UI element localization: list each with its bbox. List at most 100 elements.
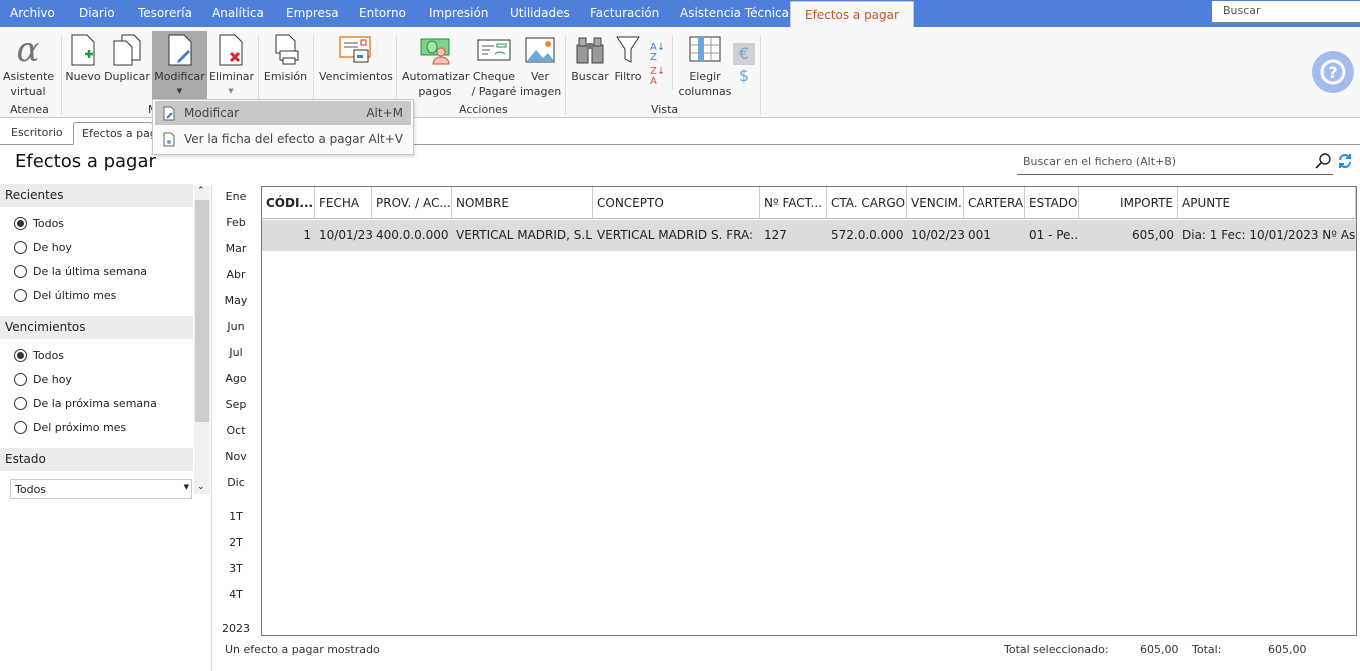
month-filter-7[interactable]: Ago <box>220 372 252 385</box>
column-header-0[interactable]: CÓDI... <box>262 187 315 219</box>
column-header-1[interactable]: FECHA <box>315 187 372 219</box>
quarter-filter-2[interactable]: 3T <box>220 562 252 575</box>
button-label: Emisión <box>263 70 308 83</box>
column-header-5[interactable]: Nº FACT... <box>760 187 827 219</box>
table-cell: VERTICAL MADRID S. FRA: <box>597 228 753 242</box>
help-button[interactable]: ? <box>1312 51 1354 93</box>
radio-recientes-1[interactable]: De hoy <box>14 241 72 254</box>
column-header-11[interactable]: APUNTE <box>1178 187 1356 219</box>
menu-tab-6[interactable]: Impresión <box>429 0 488 27</box>
month-filter-8[interactable]: Sep <box>220 398 252 411</box>
automatizar-pagos-button[interactable]: Automatizar pagos <box>402 31 469 99</box>
radio-recientes-2[interactable]: De la última semana <box>14 265 147 278</box>
cheque-pagare-button[interactable]: Cheque / Pagaré <box>470 31 518 99</box>
modificar-button[interactable]: Modificar ▼ <box>152 31 207 99</box>
cheque-icon <box>470 31 518 69</box>
column-header-6[interactable]: CTA. CARGO <box>827 187 907 219</box>
table-cell: 605,00 <box>1132 228 1174 242</box>
year-filter[interactable]: 2023 <box>220 622 252 635</box>
euro-currency-toggle[interactable]: € <box>733 43 755 65</box>
menu-item-modificar[interactable]: Modificar Alt+M <box>155 101 411 125</box>
eliminar-button[interactable]: Eliminar ▼ <box>209 31 254 99</box>
scroll-down-icon[interactable]: ⌄ <box>197 482 205 492</box>
menu-item-ver-ficha[interactable]: Ver la ficha del efecto a pagar Alt+V <box>155 127 411 151</box>
chevron-down-icon: ▼ <box>183 483 189 491</box>
menu-tab-0[interactable]: Archivo <box>10 0 55 27</box>
duplicar-button[interactable]: Duplicar <box>104 31 150 84</box>
table-cell: Dia: 1 Fec: 10/01/2023 Nº Asi: ... <box>1182 228 1356 242</box>
radio-vencimientos-3[interactable]: Del próximo mes <box>14 421 126 434</box>
month-filter-4[interactable]: May <box>220 294 252 307</box>
columns-icon <box>678 31 732 69</box>
menu-tab-10[interactable]: Efectos a pagar <box>790 1 914 28</box>
column-header-3[interactable]: NOMBRE <box>452 187 593 219</box>
radio-recientes-3[interactable]: Del último mes <box>14 289 116 302</box>
column-header-10[interactable]: IMPORTE <box>1079 187 1178 219</box>
column-header-9[interactable]: ESTADO <box>1025 187 1079 219</box>
menu-item-label: Modificar <box>184 106 240 120</box>
filtro-button[interactable]: Filtro <box>612 31 644 84</box>
quarter-filter-3[interactable]: 4T <box>220 588 252 601</box>
vencimientos-button[interactable]: Vencimientos <box>319 31 393 84</box>
radio-circle-icon[interactable] <box>14 373 27 386</box>
month-filter-10[interactable]: Nov <box>220 450 252 463</box>
radio-vencimientos-2[interactable]: De la próxima semana <box>14 397 157 410</box>
image-icon <box>520 31 560 69</box>
buscar-button[interactable]: Buscar <box>570 31 610 84</box>
group-label-acciones: Acciones <box>459 103 508 116</box>
tab-escritorio[interactable]: Escritorio <box>3 122 71 145</box>
emision-button[interactable]: Emisión <box>263 31 308 84</box>
column-header-2[interactable]: PROV. / AC... <box>372 187 452 219</box>
menu-tab-9[interactable]: Asistencia Técnica <box>680 0 789 27</box>
radio-circle-icon[interactable] <box>14 265 27 278</box>
alpha-icon: α <box>16 29 40 70</box>
ver-imagen-button[interactable]: Ver imagen <box>520 31 561 99</box>
menu-tab-4[interactable]: Empresa <box>286 0 339 27</box>
menu-tab-1[interactable]: Diario <box>79 0 115 27</box>
menu-tab-2[interactable]: Tesorería <box>138 0 192 27</box>
month-filter-2[interactable]: Mar <box>220 242 252 255</box>
radio-label: De hoy <box>33 373 72 386</box>
column-header-8[interactable]: CARTERA <box>964 187 1025 219</box>
month-filter-11[interactable]: Dic <box>220 476 252 489</box>
month-filter-9[interactable]: Oct <box>220 424 252 437</box>
month-filter-3[interactable]: Abr <box>220 268 252 281</box>
asistente-virtual-button[interactable]: α Asistente virtual <box>3 29 54 99</box>
radio-circle-icon[interactable] <box>14 397 27 410</box>
radio-vencimientos-1[interactable]: De hoy <box>14 373 72 386</box>
scrollbar-thumb[interactable] <box>195 200 209 422</box>
radio-circle-icon[interactable] <box>14 421 27 434</box>
search-icon[interactable] <box>1314 152 1332 173</box>
elegir-columnas-button[interactable]: Elegir columnas <box>678 31 732 99</box>
scroll-up-icon[interactable]: ⌃ <box>197 186 205 196</box>
month-filter-0[interactable]: Ene <box>220 190 252 203</box>
quarter-filter-0[interactable]: 1T <box>220 510 252 523</box>
dollar-currency-toggle[interactable]: $ <box>733 66 755 86</box>
file-search-input[interactable]: Buscar en el fichero (Alt+B) <box>1017 150 1333 175</box>
month-filter-1[interactable]: Feb <box>220 216 252 229</box>
menu-tab-5[interactable]: Entorno <box>359 0 406 27</box>
sort-ascending-icon[interactable]: A↓ Z <box>650 43 665 63</box>
nuevo-button[interactable]: Nuevo <box>65 31 101 84</box>
radio-circle-icon[interactable] <box>14 349 27 362</box>
effects-table: CÓDI... 1 FECHA 10/01/23 PROV. / AC... 400.0.… <box>261 186 1357 636</box>
refresh-icon[interactable] <box>1337 153 1353 172</box>
radio-recientes-0[interactable]: Todos <box>14 217 64 230</box>
menu-tab-8[interactable]: Facturación <box>590 0 659 27</box>
button-label: Duplicar <box>104 70 150 83</box>
radio-circle-icon[interactable] <box>14 241 27 254</box>
global-search-input[interactable]: Buscar <box>1212 1 1360 23</box>
month-filter-5[interactable]: Jun <box>220 320 252 333</box>
radio-circle-icon[interactable] <box>14 217 27 230</box>
month-filter-6[interactable]: Jul <box>220 346 252 359</box>
estado-select[interactable]: Todos ▼ <box>10 479 192 499</box>
menu-tab-7[interactable]: Utilidades <box>510 0 570 27</box>
sort-descending-icon[interactable]: Z↓ A <box>650 67 665 87</box>
column-header-4[interactable]: CONCEPTO <box>593 187 760 219</box>
tab-efectos-a-pagar[interactable]: Efectos a pagar <box>73 122 153 145</box>
quarter-filter-1[interactable]: 2T <box>220 536 252 549</box>
radio-vencimientos-0[interactable]: Todos <box>14 349 64 362</box>
radio-circle-icon[interactable] <box>14 289 27 302</box>
menu-tab-3[interactable]: Analítica <box>212 0 264 27</box>
column-header-7[interactable]: VENCIM. <box>907 187 964 219</box>
